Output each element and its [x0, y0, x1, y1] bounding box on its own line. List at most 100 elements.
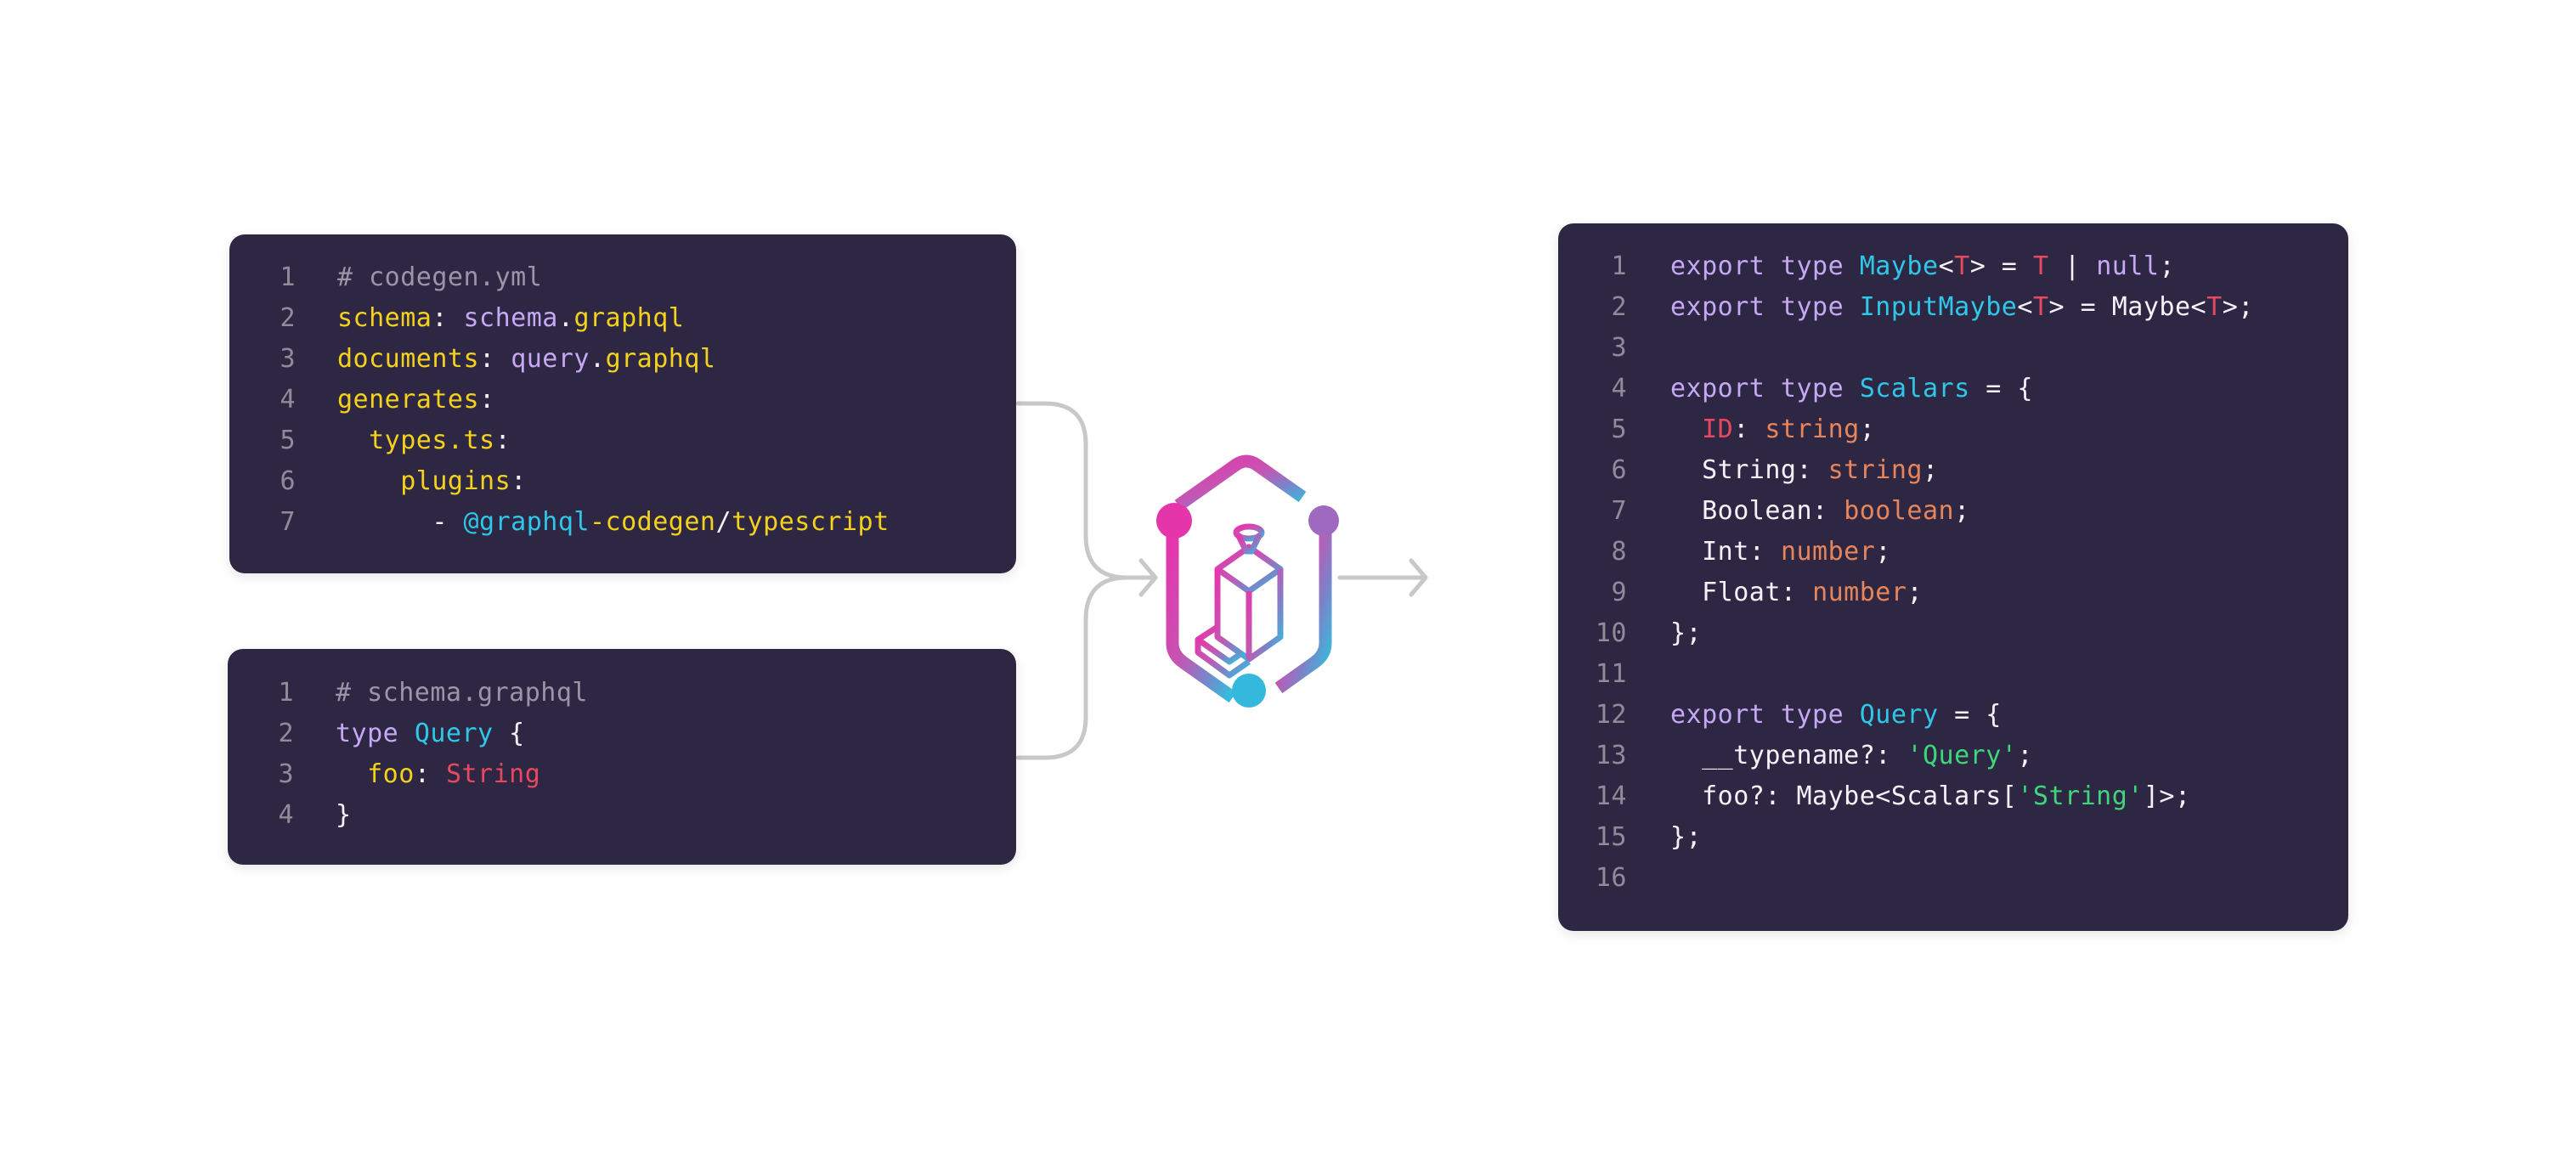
- code-token: __typename?:: [1670, 741, 1907, 770]
- code-token: T: [2206, 292, 2223, 322]
- code-token: graphql: [573, 303, 685, 333]
- code-token: ;: [2159, 251, 2175, 281]
- code-token: graphql: [605, 344, 716, 374]
- code-token: Int:: [1670, 537, 1781, 567]
- line-number: 5: [280, 426, 296, 455]
- code-line: 14 foo?: Maybe<Scalars['String']>;: [1558, 776, 2348, 817]
- code-line: 6 plugins:: [229, 461, 1016, 502]
- code-line: 9 Float: number;: [1558, 573, 2348, 613]
- line-number: 8: [1611, 537, 1627, 567]
- line-number: 7: [280, 507, 296, 537]
- code-text: # codegen.yml: [337, 257, 542, 298]
- code-token: ;: [1923, 455, 1939, 485]
- code-line: 2 export type InputMaybe<T> = Maybe<T>;: [1558, 287, 2348, 328]
- code-text: };: [1670, 613, 1702, 654]
- code-token: documents: [337, 344, 480, 374]
- code-token: Scalars: [1859, 374, 1970, 403]
- code-token: :: [511, 466, 527, 496]
- code-token: foo: [336, 759, 415, 789]
- code-token: :: [479, 344, 511, 374]
- line-number: 6: [280, 466, 296, 496]
- code-token: ]>;: [2143, 781, 2191, 811]
- code-token: generates: [337, 385, 480, 415]
- code-token: .: [590, 344, 606, 374]
- code-token: = {: [1969, 374, 2033, 403]
- code-token: string: [1827, 455, 1923, 485]
- code-line: 3 foo: String: [228, 754, 1016, 795]
- code-token: type: [336, 719, 415, 748]
- code-text: Float: number;: [1670, 573, 1923, 613]
- line-number: 10: [1595, 618, 1627, 648]
- code-token: /: [715, 507, 732, 537]
- line-number: 12: [1595, 700, 1627, 730]
- hex-right-segment: [1274, 527, 1332, 694]
- code-token: {: [493, 719, 525, 748]
- code-token: = {: [1938, 700, 2002, 730]
- code-token: <: [2017, 292, 2033, 322]
- line-number: 1: [278, 678, 294, 708]
- code-line: 2 schema: schema.graphql: [229, 298, 1016, 339]
- line-number: 6: [1611, 455, 1627, 485]
- line-number: 4: [280, 385, 296, 415]
- code-token: T: [1954, 251, 1970, 281]
- line-number: 7: [1611, 496, 1627, 526]
- code-line: 3 documents: query.graphql: [229, 339, 1016, 380]
- schema-panel: 1 # schema.graphql 2 type Query {3 foo: Str…: [228, 649, 1016, 865]
- code-token: Maybe: [1859, 251, 1939, 281]
- code-token: }: [336, 800, 352, 830]
- code-token: > =: [1969, 251, 2033, 281]
- code-text: Int: number;: [1670, 532, 1891, 573]
- code-line: 15};: [1558, 817, 2348, 858]
- hex-node-top-left: [1156, 503, 1192, 539]
- code-line: 12 export type Query = {: [1558, 695, 2348, 736]
- code-token: number: [1780, 537, 1876, 567]
- code-token: schema: [337, 303, 432, 333]
- code-token: };: [1670, 822, 1703, 852]
- code-token: types.ts: [337, 426, 495, 455]
- code-token: String: [445, 759, 541, 789]
- line-number: 15: [1595, 822, 1627, 852]
- code-token: @graphql: [463, 507, 590, 537]
- code-token: string: [1765, 415, 1860, 444]
- code-line: 1 # schema.graphql: [228, 673, 1016, 714]
- code-text: ID: string;: [1670, 409, 1875, 450]
- code-token: # codegen.yml: [337, 262, 543, 292]
- line-number: 14: [1595, 781, 1627, 811]
- code-text: export type InputMaybe<T> = Maybe<T>;: [1670, 287, 2254, 328]
- code-token: ID: [1702, 415, 1734, 444]
- code-token: <: [1938, 251, 1955, 281]
- line-number: 3: [278, 759, 294, 789]
- connector-codegen-to-logo: [1015, 401, 1129, 580]
- code-line: 5 types.ts:: [229, 420, 1016, 461]
- code-line: 13 __typename?: 'Query';: [1558, 736, 2348, 776]
- code-token: :: [432, 303, 464, 333]
- code-token: .: [557, 303, 574, 333]
- line-number: 1: [280, 262, 296, 292]
- code-token: foo?: Maybe<Scalars[: [1670, 781, 2018, 811]
- code-token: Query: [414, 719, 494, 748]
- code-token: number: [1812, 578, 1907, 607]
- code-text: }: [336, 795, 352, 836]
- code-token: # schema.graphql: [336, 678, 588, 708]
- code-token: |: [2048, 251, 2097, 281]
- code-token: };: [1670, 618, 1703, 648]
- code-text: documents: query.graphql: [337, 339, 716, 380]
- code-text: types.ts:: [337, 420, 511, 461]
- code-text: String: string;: [1670, 450, 1939, 491]
- line-number: 3: [280, 344, 296, 374]
- code-token: 'String': [2017, 781, 2144, 811]
- code-token: T: [2032, 251, 2049, 281]
- line-number: 13: [1595, 741, 1627, 770]
- code-token: String:: [1670, 455, 1828, 485]
- code-line: 10};: [1558, 613, 2348, 654]
- code-line: 1 export type Maybe<T> = T | null;: [1558, 246, 2348, 287]
- code-line: 16: [1558, 858, 2348, 899]
- generated-types-panel: 1 export type Maybe<T> = T | null; 2 export…: [1558, 223, 2348, 931]
- code-line: 7 - @graphql-codegen/typescript: [229, 502, 1016, 543]
- line-number: 16: [1595, 863, 1627, 893]
- code-text: __typename?: 'Query';: [1670, 736, 2033, 776]
- hex-top-left-segment: [1174, 454, 1307, 511]
- code-line: 7 Boolean: boolean;: [1558, 491, 2348, 532]
- code-line: 4 generates:: [229, 380, 1016, 420]
